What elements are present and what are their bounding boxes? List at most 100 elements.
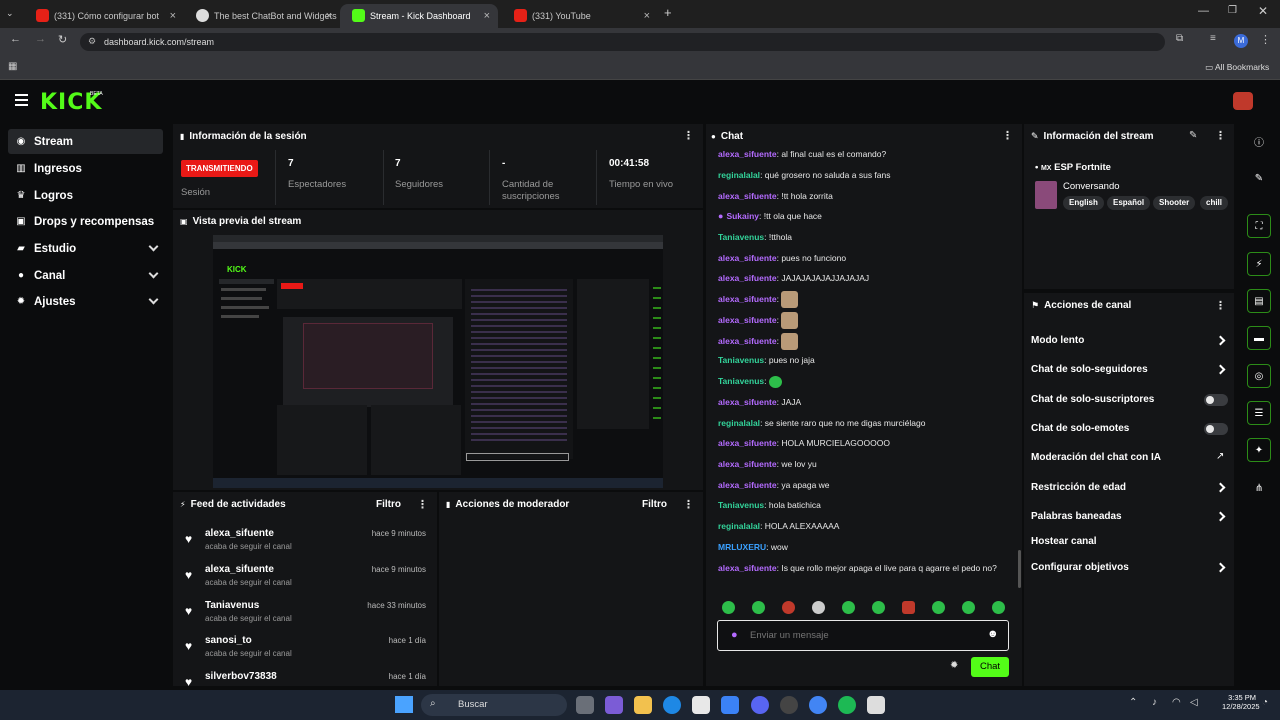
emote-icon[interactable] — [812, 601, 825, 614]
stream-info-menu-icon[interactable]: ⋮ — [1215, 129, 1226, 142]
mod-menu-icon[interactable]: ⋮ — [683, 498, 694, 511]
action-configurar-objetivos[interactable]: Configurar objetivos — [1031, 562, 1129, 573]
browser-tab-2[interactable]: The best ChatBot and Widgets × — [184, 4, 340, 28]
mic-tray-icon[interactable]: ♪ — [1152, 697, 1157, 708]
obs-icon[interactable] — [780, 696, 798, 714]
tab-search-icon[interactable]: ⌄ — [6, 8, 14, 19]
site-info-icon[interactable]: ⚙ — [88, 36, 96, 47]
address-bar[interactable]: ⚙ dashboard.kick.com/stream — [80, 33, 1165, 51]
mic-icon[interactable]: ● — [731, 629, 738, 641]
reload-icon[interactable]: ↻ — [58, 33, 67, 46]
mod-filter-button[interactable]: Filtro — [642, 499, 667, 510]
close-tab-icon[interactable]: × — [326, 10, 332, 22]
close-tab-icon[interactable]: × — [644, 10, 650, 22]
mail-icon[interactable] — [721, 696, 739, 714]
discord-icon[interactable] — [751, 696, 769, 714]
profile-avatar[interactable]: M — [1234, 34, 1248, 48]
browser-menu-icon[interactable]: ⋮ — [1260, 33, 1271, 46]
edge-icon[interactable] — [663, 696, 681, 714]
chat-menu-icon[interactable]: ⋮ — [1002, 129, 1013, 142]
chat-input[interactable] — [750, 627, 970, 644]
clipboard-icon[interactable]: ▤ — [1247, 289, 1271, 313]
all-bookmarks[interactable]: ▭ All Bookmarks — [1205, 62, 1269, 73]
chat-input-box[interactable]: ● ☻ — [717, 620, 1009, 651]
action-palabras-baneadas[interactable]: Palabras baneadas — [1031, 511, 1122, 522]
channel-actions-menu-icon[interactable]: ⋮ — [1215, 299, 1226, 312]
maximize-icon[interactable]: ❐ — [1228, 5, 1237, 16]
windows-start-icon[interactable] — [395, 696, 413, 713]
wrench-icon[interactable]: ✦ — [1247, 438, 1271, 462]
emote-icon[interactable] — [872, 601, 885, 614]
edit-rail-icon[interactable]: ✎ — [1247, 166, 1271, 190]
apps-grid-icon[interactable]: ▦ — [8, 61, 17, 72]
app-icon[interactable] — [867, 696, 885, 714]
browser-tab-4[interactable]: (331) YouTube × — [502, 4, 658, 28]
menu-icon[interactable] — [15, 94, 28, 106]
feed-filter-button[interactable]: Filtro — [376, 499, 401, 510]
browser-tab-1[interactable]: (331) Cómo configurar bot × — [24, 4, 184, 28]
solo-emotes-toggle[interactable] — [1204, 423, 1228, 435]
sidebar-item-canal[interactable]: ● Canal — [8, 263, 163, 288]
minimize-icon[interactable]: — — [1198, 5, 1209, 17]
sidebar-item-logros[interactable]: ♛ Logros — [8, 183, 163, 208]
share-icon[interactable]: ⋔ — [1247, 476, 1271, 500]
chat-send-button[interactable]: Chat — [971, 657, 1009, 677]
emote-icon[interactable] — [842, 601, 855, 614]
chat-rail-icon[interactable]: ▬ — [1247, 326, 1271, 350]
back-icon[interactable]: ← — [10, 33, 21, 45]
expand-icon[interactable]: ⛶ — [1247, 214, 1271, 238]
close-tab-icon[interactable]: × — [170, 10, 176, 22]
taskbar-clock[interactable]: 3:35 PM 12/28/2025 — [1222, 693, 1260, 711]
media-icon[interactable]: ≡ — [1210, 33, 1216, 44]
emote-icon[interactable] — [722, 601, 735, 614]
emote-icon[interactable] — [932, 601, 945, 614]
bolt-rail-icon[interactable]: ⚡ — [1247, 252, 1271, 276]
action-restriccion-edad[interactable]: Restricción de edad — [1031, 482, 1126, 493]
session-menu-icon[interactable]: ⋮ — [683, 129, 694, 142]
broadcast-icon[interactable]: ◎ — [1247, 364, 1271, 388]
store-icon[interactable] — [692, 696, 710, 714]
spotify-icon[interactable] — [838, 696, 856, 714]
stream-preview-video[interactable]: KICK — [213, 235, 663, 488]
tray-chevron-icon[interactable]: ⌃ — [1129, 697, 1137, 708]
solo-suscriptores-toggle[interactable] — [1204, 394, 1228, 406]
user-avatar[interactable] — [1233, 92, 1253, 110]
emote-icon[interactable] — [902, 601, 915, 614]
window-close-icon[interactable]: ✕ — [1258, 4, 1268, 18]
action-modo-lento[interactable]: Modo lento — [1031, 335, 1084, 346]
file-explorer-icon[interactable] — [634, 696, 652, 714]
sidebar-item-estudio[interactable]: ▰ Estudio — [8, 236, 163, 261]
volume-icon[interactable]: ◁ — [1190, 697, 1198, 708]
sidebar-item-drops[interactable]: ▣ Drops y recompensas — [8, 209, 163, 234]
chrome-icon[interactable] — [809, 696, 827, 714]
external-link-icon[interactable]: ↗ — [1216, 451, 1224, 462]
info-icon[interactable]: ⓘ — [1247, 129, 1271, 153]
chat-scrollbar[interactable] — [1018, 550, 1021, 588]
sidebar-item-ajustes[interactable]: ✹ Ajustes — [8, 289, 163, 314]
widgets-icon[interactable] — [605, 696, 623, 714]
chat-message: alexa_sifuente: — [718, 291, 1018, 308]
browser-tab-3[interactable]: Stream - Kick Dashboard × — [340, 4, 498, 28]
notification-icon[interactable]: ◔ — [1262, 697, 1268, 708]
action-solo-seguidores[interactable]: Chat de solo-seguidores — [1031, 364, 1148, 375]
forward-icon[interactable]: → — [35, 33, 46, 45]
extensions-icon[interactable]: ⧉ — [1176, 33, 1183, 44]
emoji-picker-icon[interactable]: ☻ — [987, 628, 999, 640]
emote-icon[interactable] — [782, 601, 795, 614]
close-tab-icon[interactable]: × — [484, 10, 490, 22]
action-moderacion-ia[interactable]: Moderación del chat con IA — [1031, 452, 1161, 463]
task-view-icon[interactable] — [576, 696, 594, 714]
emote-icon[interactable] — [962, 601, 975, 614]
action-hostear-canal[interactable]: Hostear canal — [1031, 536, 1097, 547]
feed-menu-icon[interactable]: ⋮ — [417, 498, 428, 511]
sidebar-item-ingresos[interactable]: ▥ Ingresos — [8, 156, 163, 181]
emote-icon[interactable] — [752, 601, 765, 614]
taskbar-search[interactable]: ⌕ Buscar — [421, 694, 567, 716]
sidebar-item-stream[interactable]: ◉ Stream — [8, 129, 163, 154]
emote-icon[interactable] — [992, 601, 1005, 614]
edit-icon[interactable]: ✎ — [1189, 130, 1197, 141]
chat-settings-icon[interactable]: ✹ — [950, 660, 958, 671]
layers-icon[interactable]: ☰ — [1247, 401, 1271, 425]
wifi-icon[interactable]: ◠ — [1172, 697, 1181, 708]
new-tab-icon[interactable]: + — [664, 5, 672, 20]
